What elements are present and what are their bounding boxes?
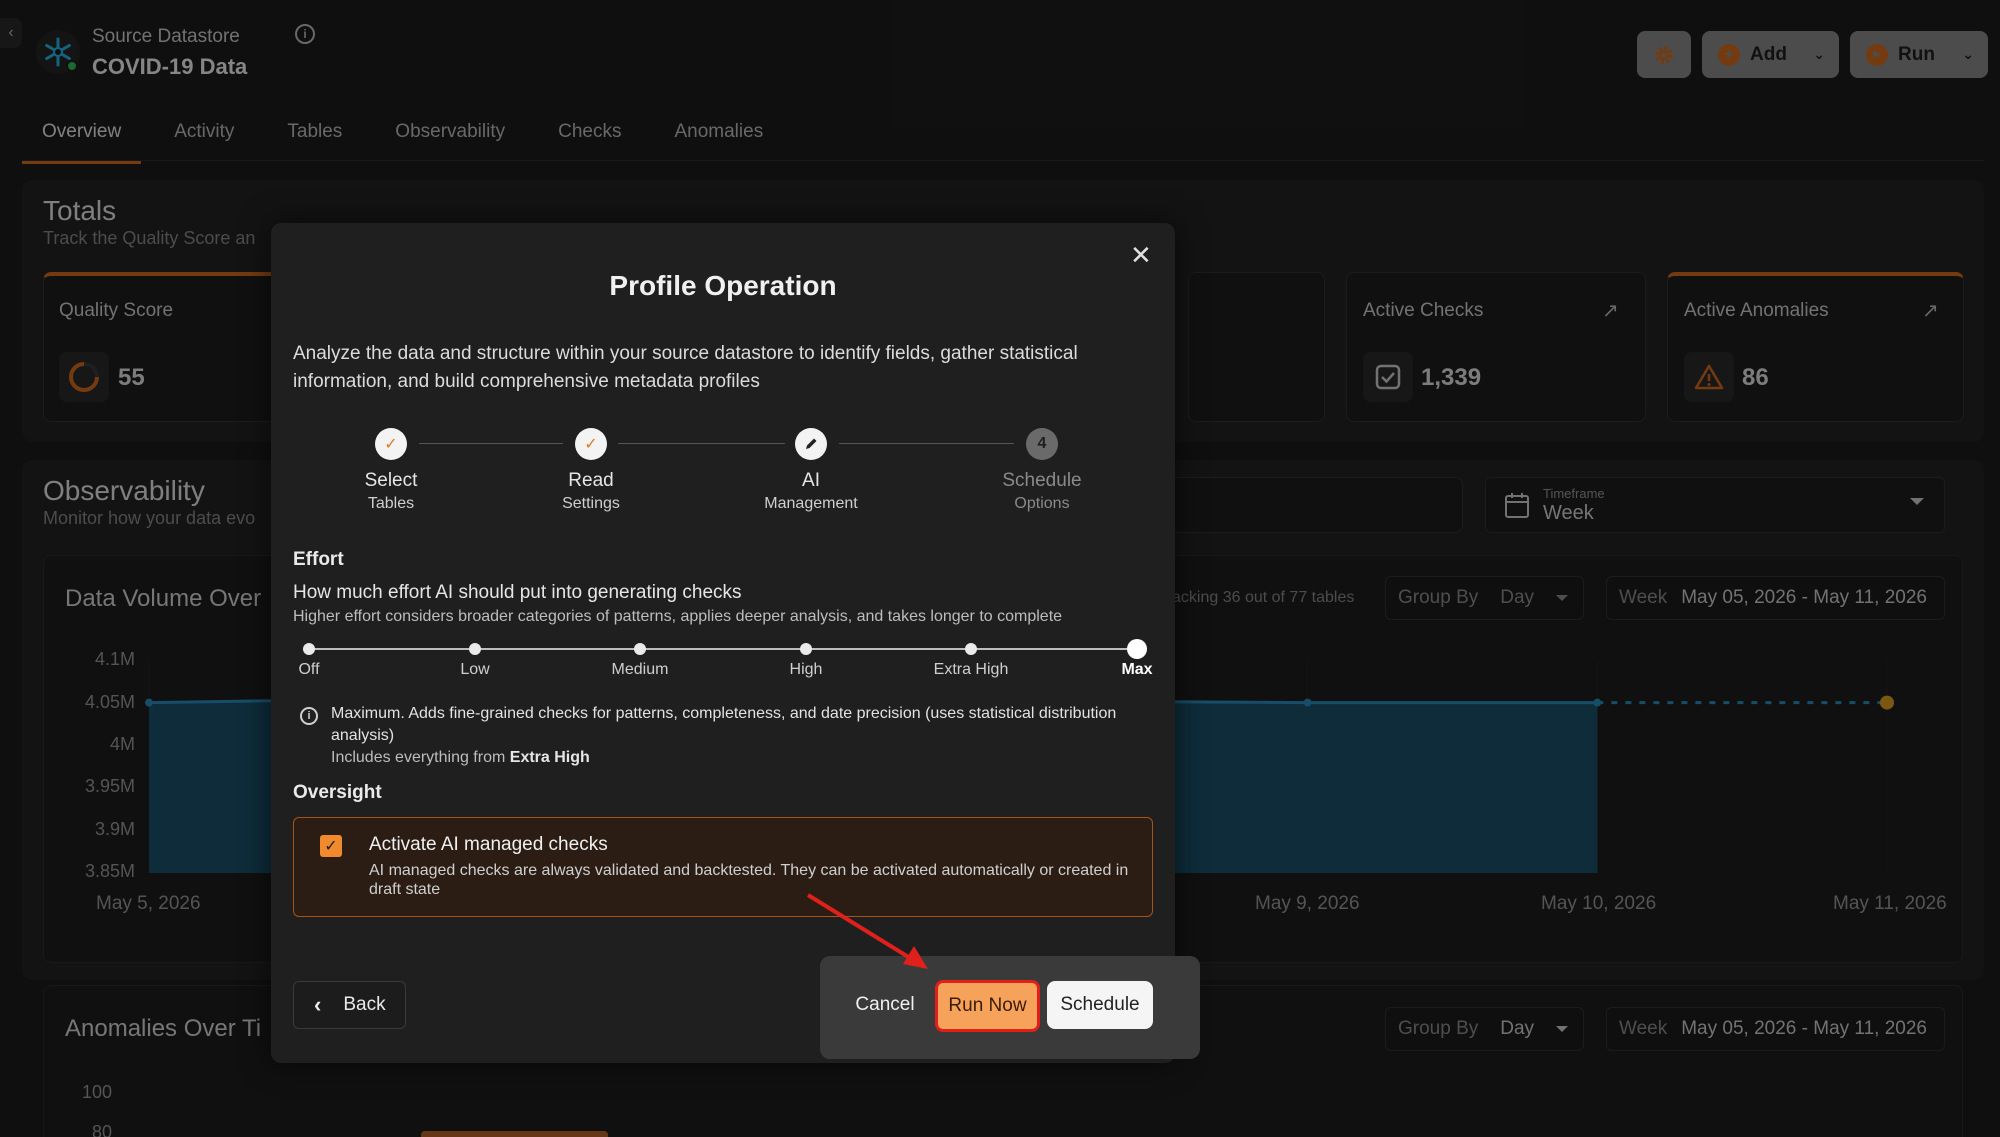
- annotation-arrow: [806, 893, 928, 969]
